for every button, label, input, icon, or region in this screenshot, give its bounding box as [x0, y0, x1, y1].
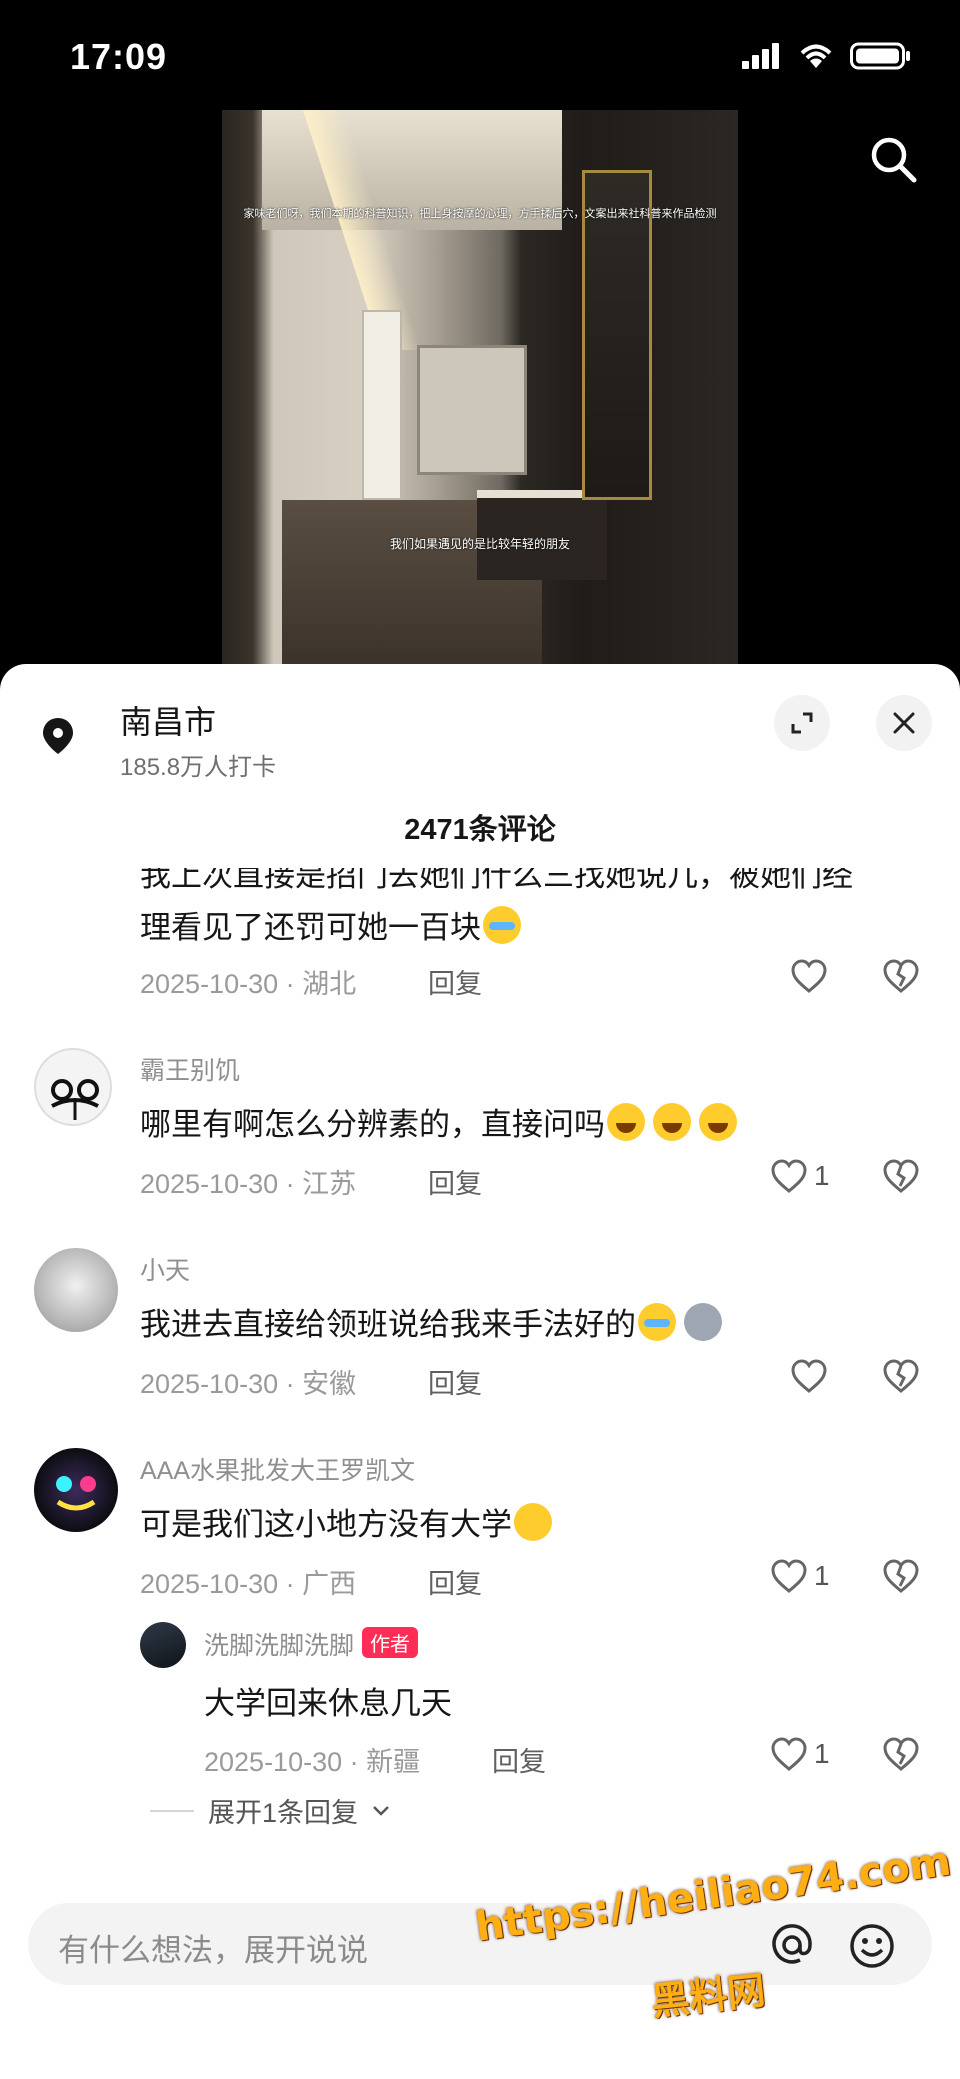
- like-count: 1: [814, 1160, 830, 1191]
- comment-text: 理看见了还罚可她一百块: [140, 902, 521, 947]
- avatar[interactable]: [34, 1248, 118, 1332]
- comment-meta: 2025-10-30 · 广西: [140, 1569, 357, 1599]
- comment-list[interactable]: 我上次直接是招门去她们什么三找她说几，被她们经 理看见了还罚可她一百块 2025…: [0, 850, 960, 1850]
- heart-icon: [791, 959, 827, 993]
- comment-username[interactable]: 霸王别饥: [140, 1051, 240, 1087]
- close-sheet-button[interactable]: [876, 695, 932, 751]
- comment-text: 我进去直接给领班说给我来手法好的: [140, 1299, 722, 1344]
- avatar[interactable]: [34, 1048, 112, 1126]
- video-caption-bottom: 我们如果遇见的是比较年轻的朋友: [389, 537, 570, 551]
- avatar[interactable]: [34, 1448, 118, 1532]
- status-bar: 17:09: [0, 0, 960, 110]
- broken-heart-icon: [883, 959, 919, 993]
- expand-replies-button[interactable]: 展开1条回复: [150, 1791, 390, 1830]
- like-count: 1: [814, 1560, 830, 1591]
- comment-text: 大学回来休息几天: [204, 1686, 452, 1721]
- husky-emoji-icon: [684, 1303, 722, 1341]
- expand-replies-label: 展开1条回复: [208, 1798, 359, 1828]
- video-player[interactable]: 家味老们呀，我们本期的科普知识，把上身按摩的心理，方手揉后穴，文案出来社科普来作…: [222, 110, 738, 670]
- comment-count: 2471条评论: [404, 814, 556, 846]
- comment-text-clipped: 我上次直接是招门去她们什么三找她说几，被她们经: [140, 858, 853, 893]
- crying-laughing-emoji-icon: [638, 1303, 676, 1341]
- comment-meta: 2025-10-30 · 江苏: [140, 1169, 357, 1199]
- expand-icon: [791, 712, 813, 734]
- location-title[interactable]: 南昌市: [120, 697, 216, 743]
- pleading-emoji-icon: [514, 1503, 552, 1541]
- like-button[interactable]: 1: [770, 1558, 830, 1594]
- search-icon[interactable]: [868, 134, 918, 184]
- wifi-icon: [800, 44, 832, 68]
- video-caption-top: 家味老们呀，我们本期的科普知识，把上身按摩的心理，方手揉后穴，文案出来社科普来作…: [243, 208, 717, 220]
- grinning-emoji-icon: [699, 1103, 737, 1141]
- broken-heart-icon: [883, 1737, 919, 1771]
- chevron-down-icon: [373, 1805, 389, 1816]
- crying-laughing-emoji-icon: [483, 906, 521, 944]
- reply-button[interactable]: 回复: [428, 1562, 482, 1601]
- heart-icon: [771, 1737, 807, 1771]
- status-time: 17:09: [70, 36, 168, 77]
- dislike-button[interactable]: [882, 1358, 920, 1394]
- signal-icon: [742, 43, 779, 69]
- comment-meta: 2025-10-30 · 新疆: [204, 1747, 421, 1777]
- like-button[interactable]: 1: [770, 1158, 830, 1194]
- comment-text: 可是我们这小地方没有大学: [140, 1499, 552, 1544]
- location-checkins: 185.8万人打卡: [120, 754, 277, 781]
- broken-heart-icon: [883, 1359, 919, 1393]
- reply-button[interactable]: 回复: [428, 1362, 482, 1401]
- heart-icon: [771, 1159, 807, 1193]
- comment-username[interactable]: 小天: [140, 1251, 190, 1287]
- battery-icon: [850, 42, 910, 70]
- dislike-button[interactable]: [882, 958, 920, 994]
- grinning-emoji-icon: [607, 1103, 645, 1141]
- dislike-button[interactable]: [882, 1736, 920, 1772]
- broken-heart-icon: [883, 1559, 919, 1593]
- dislike-button[interactable]: [882, 1558, 920, 1594]
- comment-meta: 2025-10-30 · 安徽: [140, 1369, 357, 1399]
- like-count: 1: [814, 1738, 830, 1769]
- status-icons: [742, 42, 912, 70]
- comment-username[interactable]: AAA水果批发大王罗凯文: [140, 1451, 415, 1487]
- grinning-emoji-icon: [653, 1103, 691, 1141]
- comment-username[interactable]: 洗脚洗脚洗脚 作者: [204, 1626, 419, 1662]
- heart-icon: [771, 1559, 807, 1593]
- reply-button[interactable]: 回复: [428, 962, 482, 1001]
- comment-text: 哪里有啊怎么分辨素的，直接问吗: [140, 1099, 737, 1144]
- comment-meta: 2025-10-30 · 湖北: [140, 969, 357, 999]
- video-window: [417, 345, 527, 475]
- author-badge: 作者: [362, 1627, 419, 1658]
- reply-button[interactable]: 回复: [492, 1740, 546, 1779]
- dislike-button[interactable]: [882, 1158, 920, 1194]
- expand-sheet-button[interactable]: [774, 695, 830, 751]
- broken-heart-icon: [883, 1159, 919, 1193]
- reply-button[interactable]: 回复: [428, 1162, 482, 1201]
- comment-input-placeholder: 有什么想法，展开说说: [58, 1933, 368, 1968]
- heart-icon: [791, 1359, 827, 1393]
- watermark: https://heiliao74.com 黑料网: [473, 1839, 954, 2024]
- like-button[interactable]: [790, 958, 828, 994]
- divider: [150, 1809, 194, 1812]
- avatar[interactable]: [140, 1622, 186, 1668]
- location-pin-icon: [43, 718, 73, 754]
- close-icon: [893, 712, 915, 734]
- like-button[interactable]: [790, 1358, 828, 1394]
- video-wall-frame: [362, 310, 402, 500]
- like-button[interactable]: 1: [770, 1736, 830, 1772]
